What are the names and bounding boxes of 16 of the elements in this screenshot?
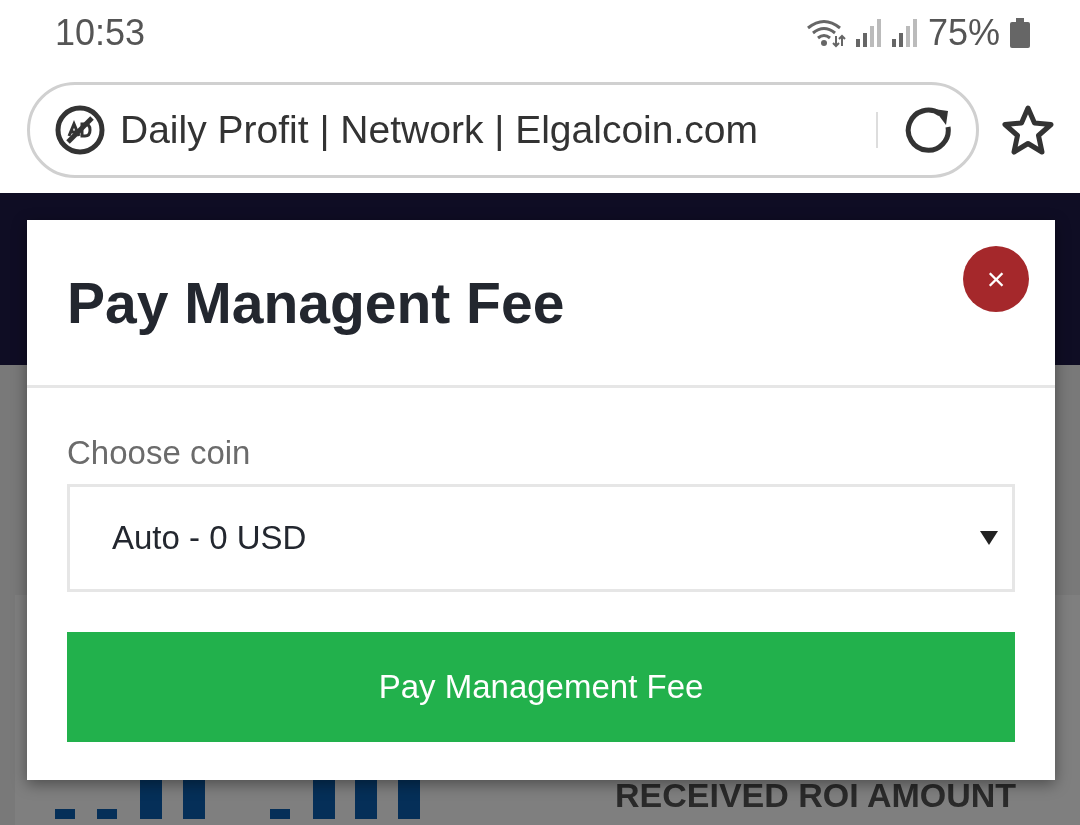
clock: 10:53 [55,12,146,54]
signal-icon [855,19,882,47]
battery-percent: 75% [927,12,1000,54]
field-label: Choose coin [67,434,252,472]
battery-icon [1010,18,1030,48]
caret-icon [980,531,998,545]
coin-select[interactable]: Auto - 0 USD [67,484,1015,592]
wifi-icon [805,18,846,48]
modal-title: Pay Managent Fee [67,269,565,336]
close-button[interactable]: × [963,246,1029,312]
signal-icon [891,19,918,47]
star-icon[interactable] [1001,103,1055,156]
address-bar[interactable]: Daily Profit | Network | Elgalcoin.com [27,81,979,178]
page-title: Daily Profit | Network | Elgalcoin.com [120,107,759,152]
ad-block-icon[interactable] [54,103,106,156]
card-label: RECEIVED ROI AMOUNT [615,776,1017,816]
